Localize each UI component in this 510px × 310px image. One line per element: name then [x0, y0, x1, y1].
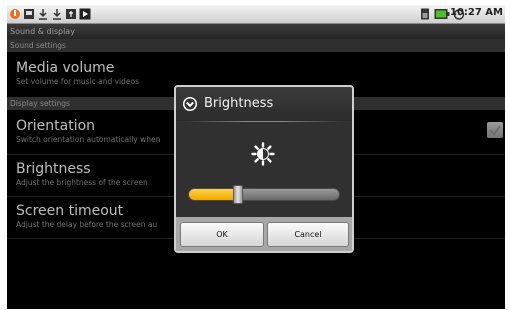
cancel-button[interactable]: Cancel: [267, 222, 349, 247]
usb-debug-icon: [10, 9, 20, 19]
slider-fill: [189, 189, 240, 200]
dialog-title-divider: [184, 121, 344, 122]
download-icon: [53, 9, 61, 20]
battery-icon: [434, 9, 450, 19]
status-time: 10:27 AM: [449, 7, 503, 18]
download-icon: [39, 9, 47, 20]
status-bar: 10:27 AM: [7, 5, 505, 24]
device-frame: 10:27 AM Sound & display Sound settings …: [0, 0, 510, 310]
ok-button[interactable]: OK: [180, 222, 264, 247]
media-play-icon: [79, 8, 91, 20]
brightness-slider[interactable]: [188, 188, 340, 201]
dialog-header: Brightness: [176, 87, 352, 121]
dialog-title: Brightness: [204, 96, 274, 111]
chevron-down-icon: [183, 97, 197, 111]
screen: 10:27 AM Sound & display Sound settings …: [7, 5, 505, 309]
dialog-button-bar: OK Cancel: [176, 217, 352, 251]
brightness-dialog: Brightness OK Cancel: [174, 85, 354, 253]
sd-card-icon: [24, 9, 34, 19]
usb-icon: [66, 9, 76, 19]
brightness-sun-icon: [251, 142, 275, 166]
sim-icon: [421, 8, 429, 20]
slider-thumb[interactable]: [233, 185, 244, 204]
